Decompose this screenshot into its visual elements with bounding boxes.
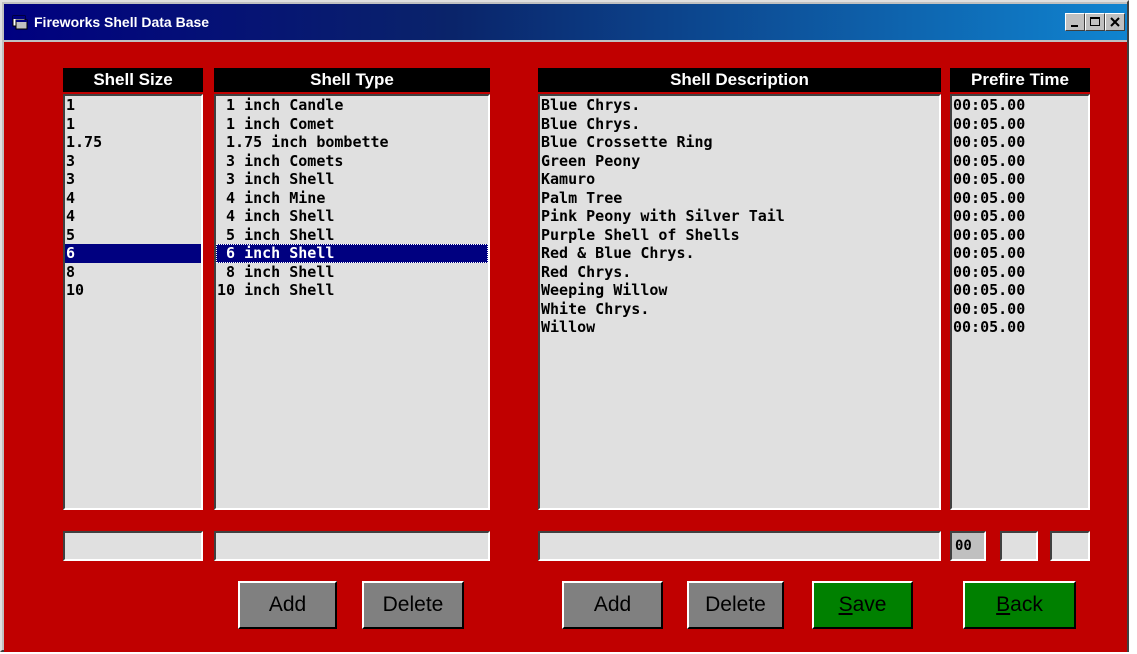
list-item[interactable]: 00:05.00 [952,170,1088,189]
list-item[interactable]: 10 inch Shell [216,281,488,300]
list-item[interactable]: 1.75 [65,133,201,152]
list-item[interactable]: 5 [65,226,201,245]
shell-size-list[interactable]: 1 1 1.75 3 3 4 4 5 6 8 10 [63,94,203,510]
prefire-seconds-input[interactable] [1000,531,1038,561]
back-accelerator: B [996,593,1011,616]
list-item[interactable]: 00:05.00 [952,263,1088,282]
prefire-time-list[interactable]: 00:05.00 00:05.00 00:05.00 00:05.00 00:05.00… [950,94,1090,510]
shell-type-list[interactable]: 1 inch Candle 1 inch Comet 1.75 inch bom… [214,94,490,510]
header-shell-type: Shell Type [214,68,490,92]
list-item[interactable]: 00:05.00 [952,300,1088,319]
save-button[interactable]: Save [812,581,913,629]
list-item[interactable]: 8 inch Shell [216,263,488,282]
header-shell-size: Shell Size [63,68,203,92]
list-item[interactable]: Weeping Willow [540,281,939,300]
minimize-icon [1071,25,1078,27]
prefire-minutes-input[interactable]: 00 [950,531,986,561]
list-item[interactable]: 4 [65,189,201,208]
list-item[interactable]: 00:05.00 [952,207,1088,226]
list-item[interactable]: 3 [65,152,201,171]
minimize-button[interactable] [1065,13,1085,31]
list-item[interactable]: Red Chrys. [540,263,939,282]
list-item[interactable]: Blue Chrys. [540,96,939,115]
list-item[interactable]: 6 [65,244,201,263]
list-item[interactable]: Red & Blue Chrys. [540,244,939,263]
list-item[interactable]: 4 inch Shell [216,207,488,226]
list-item[interactable]: Purple Shell of Shells [540,226,939,245]
main-window: Fireworks Shell Data Base Shell Size She… [0,0,1129,652]
list-item[interactable]: 00:05.00 [952,318,1088,337]
list-item[interactable]: Blue Crossette Ring [540,133,939,152]
client-area: Shell Size Shell Type Shell Description … [4,42,1127,652]
close-button[interactable] [1105,13,1125,31]
list-item[interactable]: 6 inch Shell [216,244,488,263]
list-item[interactable]: 1 [65,115,201,134]
list-item[interactable]: Willow [540,318,939,337]
list-item[interactable]: 1 inch Candle [216,96,488,115]
list-item[interactable]: 00:05.00 [952,152,1088,171]
list-item[interactable]: Palm Tree [540,189,939,208]
list-item[interactable]: 4 [65,207,201,226]
list-item[interactable]: 00:05.00 [952,244,1088,263]
list-item[interactable]: 00:05.00 [952,281,1088,300]
shell-description-list[interactable]: Blue Chrys. Blue Chrys. Blue Crossette Rin… [538,94,941,510]
header-shell-description: Shell Description [538,68,941,92]
delete-description-button[interactable]: Delete [687,581,784,629]
list-item[interactable]: White Chrys. [540,300,939,319]
save-accelerator: S [838,593,853,616]
list-item[interactable]: 3 inch Comets [216,152,488,171]
list-item[interactable]: 3 inch Shell [216,170,488,189]
back-button[interactable]: Back [963,581,1076,629]
list-item[interactable]: 8 [65,263,201,282]
shell-description-input[interactable] [538,531,941,561]
list-item[interactable]: 00:05.00 [952,96,1088,115]
prefire-hundredths-input[interactable] [1050,531,1090,561]
app-icon [12,15,28,30]
save-label: ave [852,593,887,616]
list-item[interactable]: 00:05.00 [952,133,1088,152]
list-item[interactable]: 3 [65,170,201,189]
list-item[interactable]: Kamuro [540,170,939,189]
list-item[interactable]: 00:05.00 [952,189,1088,208]
list-item[interactable]: Pink Peony with Silver Tail [540,207,939,226]
add-description-button[interactable]: Add [562,581,663,629]
list-item[interactable]: 5 inch Shell [216,226,488,245]
shell-size-input[interactable] [63,531,203,561]
list-item[interactable]: 00:05.00 [952,115,1088,134]
add-shell-type-button[interactable]: Add [238,581,337,629]
list-item[interactable]: 1.75 inch bombette [216,133,488,152]
list-item[interactable]: 4 inch Mine [216,189,488,208]
list-item[interactable]: 00:05.00 [952,226,1088,245]
list-item[interactable]: 1 inch Comet [216,115,488,134]
title-bar[interactable]: Fireworks Shell Data Base [4,4,1127,40]
delete-shell-type-button[interactable]: Delete [362,581,464,629]
header-prefire-time: Prefire Time [950,68,1090,92]
shell-type-input[interactable] [214,531,490,561]
window-title: Fireworks Shell Data Base [34,14,210,30]
list-item[interactable]: 1 [65,96,201,115]
maximize-button[interactable] [1085,13,1105,31]
list-item[interactable]: Blue Chrys. [540,115,939,134]
close-icon [1110,17,1120,27]
back-label: ack [1010,593,1043,616]
list-item[interactable]: 10 [65,281,201,300]
maximize-icon [1090,17,1100,26]
list-item[interactable]: Green Peony [540,152,939,171]
